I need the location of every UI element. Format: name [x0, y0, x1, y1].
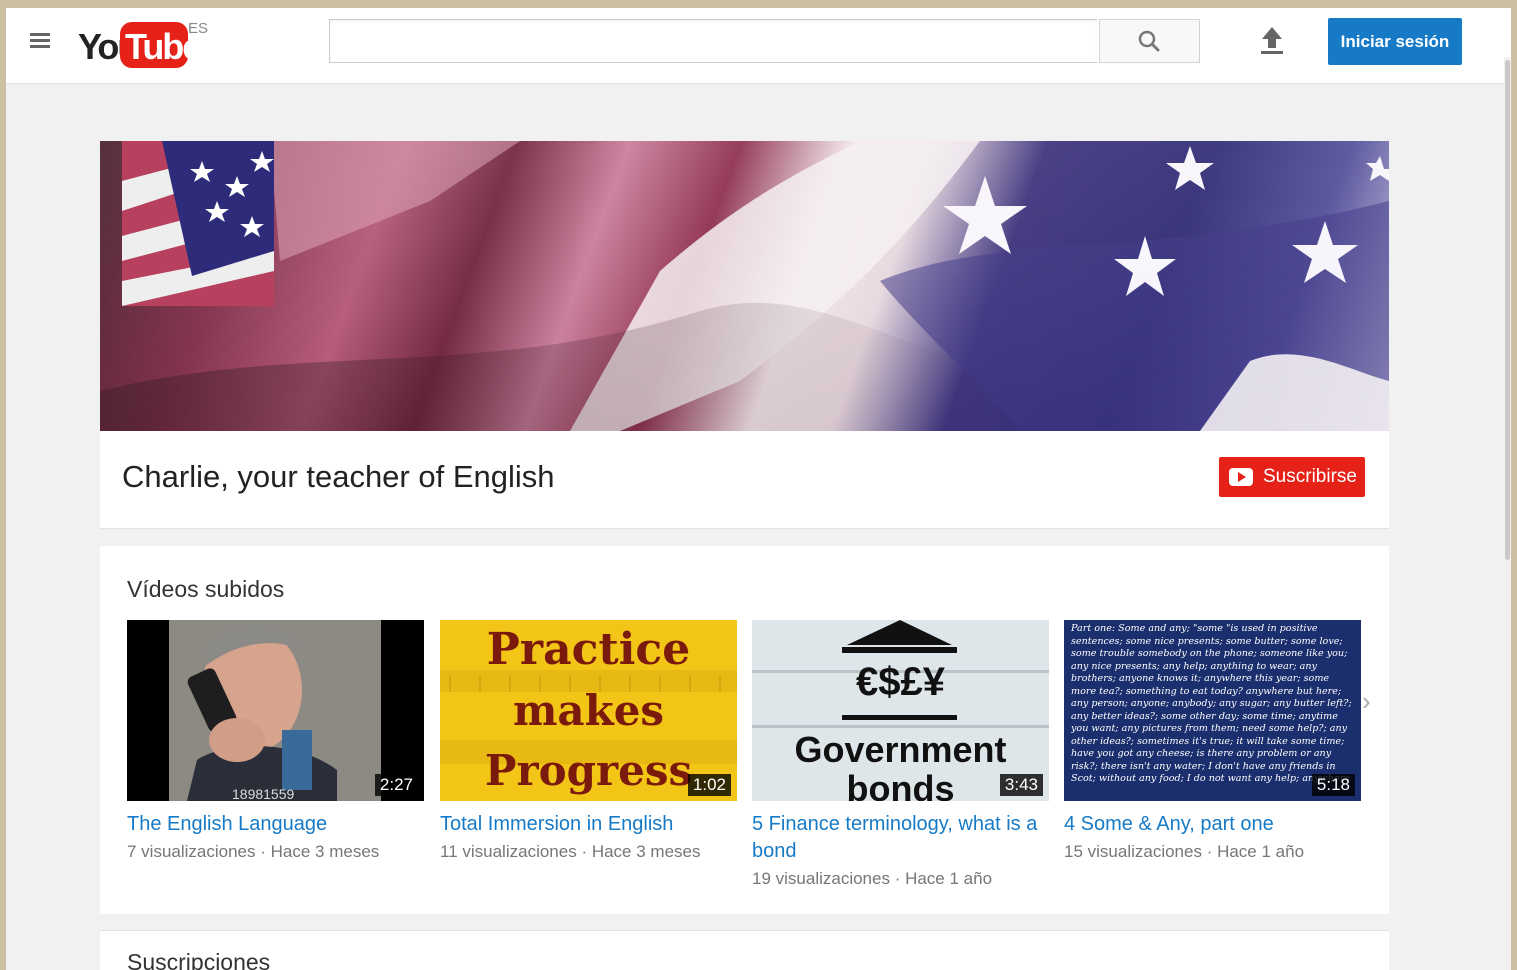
- video-title[interactable]: 5 Finance terminology, what is a bond: [752, 811, 1049, 865]
- search-icon: [1138, 30, 1160, 52]
- video-thumbnail[interactable]: 18981559 2:27: [127, 620, 424, 801]
- search-input[interactable]: [329, 19, 1097, 63]
- subscriptions-section: Suscripciones: [100, 930, 1389, 970]
- masthead: You Tube ES Iniciar sesión: [6, 8, 1511, 84]
- thumbnail-text-line: makes: [512, 686, 665, 735]
- video-age: Hace 1 año: [1217, 842, 1305, 861]
- video-meta: 7 visualizaciones · Hace 3 meses: [127, 842, 380, 861]
- video-meta: 11 visualizaciones · Hace 3 meses: [440, 842, 701, 861]
- channel-title: Charlie, your teacher of English: [122, 459, 555, 494]
- channel-banner: [100, 141, 1389, 431]
- video-views: 11 visualizaciones: [440, 842, 577, 861]
- scrollbar-thumb[interactable]: [1505, 60, 1510, 560]
- video-duration: 2:27: [374, 774, 418, 796]
- thumbnail-caption: 18981559: [232, 786, 295, 801]
- video-card[interactable]: Practice makes Progress 1:02 Total Immer…: [440, 620, 737, 865]
- chevron-right-icon[interactable]: ›: [1362, 686, 1382, 726]
- channel-avatar[interactable]: [122, 141, 274, 306]
- video-duration: 1:02: [687, 774, 731, 796]
- video-age: Hace 3 meses: [591, 842, 701, 861]
- video-views: 19 visualizaciones: [752, 869, 890, 888]
- video-meta: 19 visualizaciones · Hace 1 año: [752, 869, 993, 888]
- subscriptions-title: Suscripciones: [127, 949, 271, 970]
- video-title[interactable]: The English Language: [127, 811, 424, 838]
- banner-flag-art: [100, 141, 1389, 431]
- video-card[interactable]: Part one: Some and any; "some "is used i…: [1064, 620, 1361, 865]
- country-code: ES: [188, 20, 209, 37]
- thumbnail-text-line: Practice: [486, 624, 691, 675]
- menu-icon[interactable]: [30, 30, 56, 54]
- video-title[interactable]: 4 Some & Any, part one: [1064, 811, 1361, 838]
- uploads-title: Vídeos subidos: [127, 576, 285, 602]
- video-thumbnail[interactable]: Practice makes Progress 1:02: [440, 620, 737, 801]
- video-card[interactable]: 18981559 2:27 The English Language 7 vis…: [127, 620, 424, 865]
- channel-header: Charlie, your teacher of English Suscrib…: [100, 431, 1389, 529]
- video-age: Hace 1 año: [905, 869, 993, 888]
- video-views: 15 visualizaciones: [1064, 842, 1202, 861]
- page-frame: You Tube ES Iniciar sesión Charlie, your…: [6, 8, 1511, 970]
- search-button[interactable]: [1099, 19, 1200, 63]
- thumbnail-text-line: €$£¥: [856, 660, 945, 704]
- video-views: 7 visualizaciones: [127, 842, 256, 861]
- signin-button[interactable]: Iniciar sesión: [1328, 18, 1462, 65]
- video-title[interactable]: Total Immersion in English: [440, 811, 737, 838]
- video-duration: 3:43: [999, 774, 1043, 796]
- subscribe-label: Suscribirse: [1263, 466, 1357, 487]
- subscribe-button[interactable]: Suscribirse: [1219, 457, 1365, 497]
- video-duration: 5:18: [1311, 774, 1355, 796]
- video-thumbnail[interactable]: €$£¥ Government bonds 3:43: [752, 620, 1049, 801]
- logo-tube-box: Tube: [120, 22, 202, 68]
- video-thumbnail[interactable]: Part one: Some and any; "some "is used i…: [1064, 620, 1361, 801]
- video-meta: 15 visualizaciones · Hace 1 año: [1064, 842, 1305, 861]
- youtube-logo[interactable]: You Tube ES: [78, 18, 218, 70]
- thumbnail-text-block: Part one: Some and any; "some "is used i…: [1071, 623, 1352, 784]
- thumbnail-text-line: Government: [794, 729, 1007, 770]
- video-age: Hace 3 meses: [270, 842, 380, 861]
- uploads-section: Vídeos subidos 18981559 2:27 The English…: [100, 546, 1389, 914]
- upload-icon[interactable]: [1259, 25, 1285, 57]
- video-card[interactable]: €$£¥ Government bonds 3:43 5 Finance ter…: [752, 620, 1049, 892]
- youtube-play-icon: [1229, 468, 1253, 486]
